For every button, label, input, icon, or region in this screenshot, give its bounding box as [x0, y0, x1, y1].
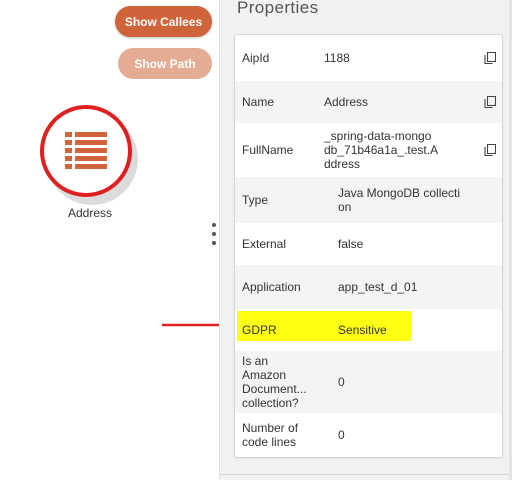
- property-value: 1188: [324, 51, 350, 65]
- property-key: External: [242, 237, 287, 251]
- show-callees-button[interactable]: Show Callees: [115, 6, 212, 37]
- property-value: 0: [338, 428, 345, 442]
- panel-resize-handle[interactable]: [211, 223, 217, 245]
- table-list-icon: [65, 132, 107, 169]
- property-value: 0: [338, 375, 345, 389]
- property-value: Address: [324, 95, 369, 109]
- properties-panel: Properties AipId 1188 Name Address FullN…: [219, 0, 512, 480]
- property-key: Type: [242, 193, 269, 207]
- key-line: code lines: [242, 435, 297, 449]
- property-key: Name: [242, 95, 275, 109]
- property-row-amazon-documentdb: Is an Amazon Document... collection? 0: [235, 351, 502, 413]
- value-line: on: [338, 200, 352, 214]
- property-row-application: Application app_test_d_01: [235, 265, 502, 309]
- property-row-fullname: FullName _spring-data-mongo db_71b46a1a_…: [235, 123, 502, 177]
- property-key: Application: [242, 280, 301, 294]
- copy-icon[interactable]: [484, 96, 496, 108]
- properties-card: AipId 1188 Name Address FullName _spring…: [234, 34, 503, 458]
- kebab-dot: [212, 241, 216, 245]
- key-line: Amazon: [242, 368, 287, 382]
- property-value: app_test_d_01: [338, 280, 418, 294]
- copy-icon[interactable]: [484, 52, 496, 64]
- key-line: Number of: [242, 421, 299, 435]
- key-line: collection?: [242, 396, 299, 410]
- value-line: ddress: [324, 157, 361, 171]
- property-row-external: External false: [235, 223, 502, 265]
- property-value: Java MongoDB collecti on: [338, 186, 460, 214]
- graph-node-address[interactable]: [40, 105, 140, 205]
- property-value: _spring-data-mongo db_71b46a1a_.test.A d…: [324, 129, 438, 171]
- node-label: Address: [67, 206, 113, 220]
- value-line: db_71b46a1a_.test.A: [324, 143, 439, 157]
- graph-canvas[interactable]: Show Callees Show Path Address: [0, 0, 238, 480]
- property-key: GDPR: [242, 323, 277, 337]
- panel-title: Properties: [237, 0, 319, 17]
- kebab-dot: [212, 232, 216, 236]
- property-row-type: Type Java MongoDB collecti on: [235, 177, 502, 223]
- value-line: _spring-data-mongo: [324, 129, 432, 143]
- value-line: Java MongoDB collecti: [338, 186, 461, 200]
- property-key: Number of code lines: [242, 421, 298, 449]
- node-selection-ring: [40, 105, 132, 197]
- property-row-aipid: AipId 1188: [235, 35, 502, 81]
- property-key: AipId: [242, 51, 270, 65]
- key-line: Is an: [242, 354, 269, 368]
- property-key: Is an Amazon Document... collection?: [242, 354, 307, 410]
- key-line: Document...: [242, 382, 307, 396]
- copy-icon[interactable]: [484, 144, 496, 156]
- property-row-gdpr: GDPR Sensitive: [235, 309, 502, 351]
- kebab-dot: [212, 223, 216, 227]
- property-key: FullName: [242, 143, 294, 157]
- property-value: false: [338, 237, 364, 251]
- show-path-button[interactable]: Show Path: [118, 48, 212, 79]
- property-row-name: Name Address: [235, 81, 502, 123]
- property-row-code-lines: Number of code lines 0: [235, 413, 502, 457]
- property-value: Sensitive: [338, 323, 387, 337]
